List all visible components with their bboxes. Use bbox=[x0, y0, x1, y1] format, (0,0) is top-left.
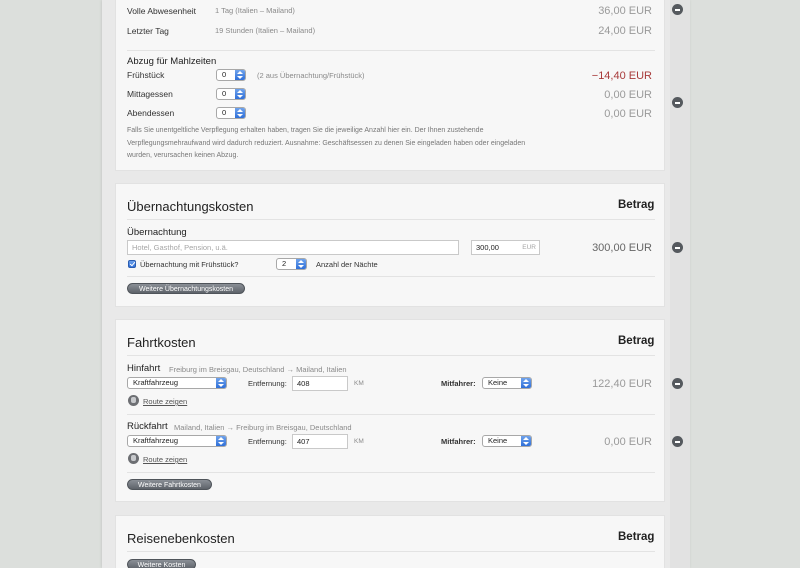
more-neben-button[interactable]: Weitere Kosten bbox=[127, 559, 196, 568]
distance-input[interactable]: 408 bbox=[292, 376, 348, 391]
vehicle-value: Kraftfahrzeug bbox=[133, 436, 179, 445]
row-label: Letzter Tag bbox=[127, 26, 169, 36]
chevron-down-icon bbox=[521, 378, 531, 388]
breakfast-checkbox[interactable] bbox=[128, 260, 136, 268]
divider bbox=[127, 219, 655, 220]
passenger-label: Mitfahrer: bbox=[441, 379, 476, 388]
row-detail: 1 Tag (Italien – Mailand) bbox=[215, 6, 295, 15]
fruehstueck-stepper[interactable]: 0 bbox=[216, 69, 246, 81]
vehicle-value: Kraftfahrzeug bbox=[133, 378, 179, 387]
stepper-arrows-icon bbox=[235, 70, 245, 80]
item-label: Übernachtung bbox=[127, 227, 187, 238]
breakfast-label: Übernachtung mit Frühstück? bbox=[140, 260, 239, 269]
distance-label: Entfernung: bbox=[248, 437, 287, 446]
distance-input[interactable]: 407 bbox=[292, 434, 348, 449]
amount-header: Betrag bbox=[618, 199, 655, 211]
nights-label: Anzahl der Nächte bbox=[316, 260, 378, 269]
passenger-select[interactable]: Keine bbox=[482, 377, 532, 389]
stepper-value: 2 bbox=[282, 259, 287, 268]
chevron-down-icon bbox=[216, 378, 226, 388]
row-label: Volle Abwesenheit bbox=[127, 6, 196, 16]
more-fahrt-button[interactable]: Weitere Fahrtkosten bbox=[127, 479, 212, 490]
mittagessen-stepper[interactable]: 0 bbox=[216, 88, 246, 100]
row-detail: 19 Stunden (Italien – Mailand) bbox=[215, 26, 316, 35]
stepper-value: 0 bbox=[222, 89, 227, 98]
section-title: Übernachtungskosten bbox=[127, 199, 254, 214]
price-value: 300,00 bbox=[476, 243, 499, 252]
trip-route: Freiburg im Breisgau, Deutschland → Mail… bbox=[169, 365, 347, 374]
nights-stepper[interactable]: 2 bbox=[276, 258, 307, 270]
vehicle-select[interactable]: Kraftfahrzeug bbox=[127, 377, 227, 389]
divider bbox=[127, 355, 655, 356]
remove-uebernachtung-icon[interactable] bbox=[672, 242, 683, 253]
trip-amount: 0,00 EUR bbox=[604, 436, 652, 448]
trip-route: Mailand, Italien → Freiburg im Breisgau,… bbox=[174, 423, 352, 432]
meal-label: Abendessen bbox=[127, 108, 175, 118]
divider bbox=[127, 414, 655, 415]
remove-verpflegung-icon[interactable] bbox=[672, 4, 683, 15]
price-input[interactable]: 300,00 EUR bbox=[471, 240, 540, 255]
section-title: Reisenebenkosten bbox=[127, 531, 235, 546]
route-link[interactable]: Route zeigen bbox=[143, 455, 187, 464]
meal-amount: 0,00 EUR bbox=[604, 89, 652, 101]
meal-amount: 0,00 EUR bbox=[604, 108, 652, 120]
meal-label: Mittagessen bbox=[127, 89, 173, 99]
remove-hinfahrt-icon[interactable] bbox=[672, 378, 683, 389]
remove-rail bbox=[670, 0, 690, 568]
meal-amount: −14,40 EUR bbox=[591, 70, 652, 82]
chevron-down-icon bbox=[216, 436, 226, 446]
divider bbox=[127, 50, 655, 51]
divider bbox=[127, 276, 655, 277]
map-icon bbox=[128, 395, 139, 406]
row-amount: 36,00 EUR bbox=[598, 5, 652, 17]
trip-amount: 122,40 EUR bbox=[592, 378, 652, 390]
distance-unit: KM bbox=[354, 438, 364, 445]
uebernachtung-card: Übernachtungskosten Betrag Übernachtung … bbox=[115, 183, 665, 307]
stepper-value: 0 bbox=[222, 108, 227, 117]
chevron-down-icon bbox=[521, 436, 531, 446]
fahrt-card: Fahrtkosten Betrag Hinfahrt Freiburg im … bbox=[115, 319, 665, 502]
price-unit: EUR bbox=[522, 244, 536, 251]
neben-card: Reisenebenkosten Betrag Weitere Kosten bbox=[115, 515, 665, 568]
abendessen-stepper[interactable]: 0 bbox=[216, 107, 246, 119]
distance-label: Entfernung: bbox=[248, 379, 287, 388]
passenger-value: Keine bbox=[488, 378, 508, 387]
verpflegung-description: Falls Sie unentgeltliche Verpflegung erh… bbox=[127, 127, 526, 159]
abzug-title: Abzug für Mahlzeiten bbox=[127, 56, 217, 67]
divider bbox=[127, 551, 655, 552]
vehicle-select[interactable]: Kraftfahrzeug bbox=[127, 435, 227, 447]
more-uebernachtung-button[interactable]: Weitere Übernachtungskosten bbox=[127, 283, 245, 294]
remove-rueckfahrt-icon[interactable] bbox=[672, 436, 683, 447]
trip-label: Rückfahrt bbox=[127, 421, 168, 432]
passenger-label: Mitfahrer: bbox=[441, 437, 476, 446]
section-title: Fahrtkosten bbox=[127, 335, 196, 350]
meal-note: (2 aus Übernachtung/Frühstück) bbox=[257, 71, 365, 80]
passenger-select[interactable]: Keine bbox=[482, 435, 532, 447]
map-icon bbox=[128, 453, 139, 464]
stepper-arrows-icon bbox=[235, 108, 245, 118]
meal-label: Frühstück bbox=[127, 70, 165, 80]
place-input[interactable]: Hotel, Gasthof, Pension, u.ä. bbox=[127, 240, 459, 255]
uebernachtung-amount: 300,00 EUR bbox=[592, 242, 652, 254]
amount-header: Betrag bbox=[618, 335, 655, 347]
stepper-arrows-icon bbox=[235, 89, 245, 99]
passenger-value: Keine bbox=[488, 436, 508, 445]
verpflegung-card: Volle Abwesenheit 1 Tag (Italien – Maila… bbox=[115, 0, 665, 171]
row-amount: 24,00 EUR bbox=[598, 25, 652, 37]
distance-unit: KM bbox=[354, 380, 364, 387]
amount-header: Betrag bbox=[618, 531, 655, 543]
stepper-arrows-icon bbox=[296, 259, 306, 269]
route-link[interactable]: Route zeigen bbox=[143, 397, 187, 406]
divider bbox=[127, 472, 655, 473]
trip-label: Hinfahrt bbox=[127, 363, 161, 374]
stepper-value: 0 bbox=[222, 70, 227, 79]
remove-abzug-icon[interactable] bbox=[672, 97, 683, 108]
